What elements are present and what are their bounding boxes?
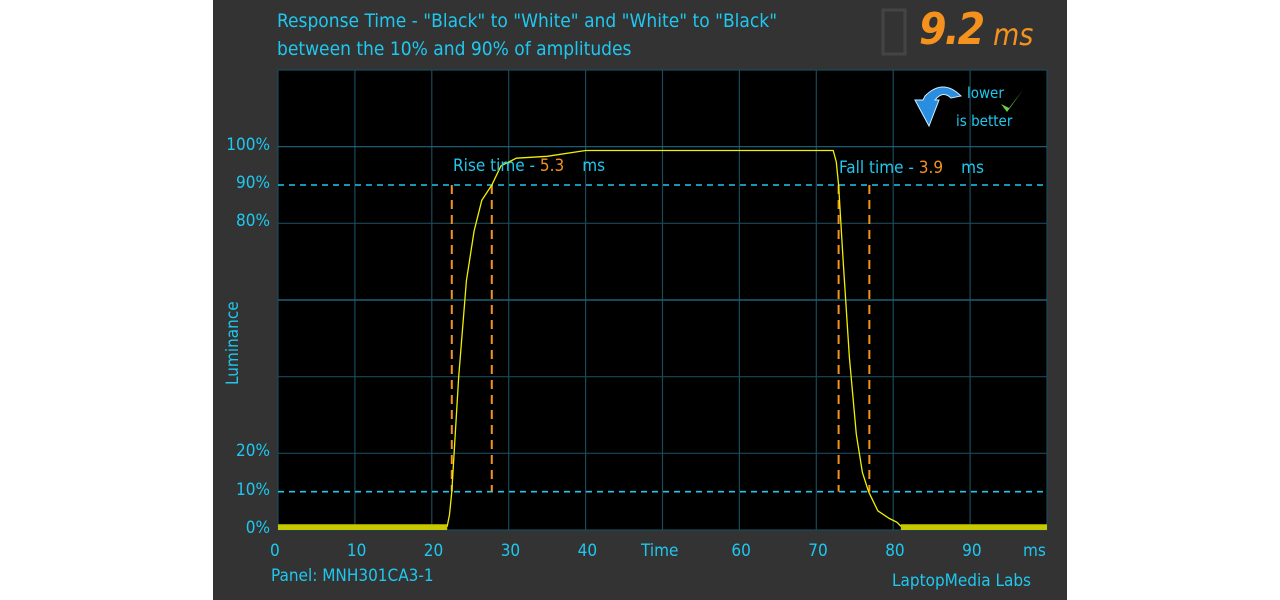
panel-label: Panel: MNH301CA3-1 — [271, 566, 434, 586]
x-tick-label: 80 — [885, 541, 905, 561]
digit-ghost — [881, 8, 907, 56]
noise-band-left — [278, 524, 448, 530]
x-tick-label: 0 — [270, 541, 280, 561]
y-tick-label: 100% — [226, 134, 270, 155]
rise-unit: ms — [582, 156, 606, 176]
x-unit-label: ms — [1023, 541, 1046, 561]
brand-label: LaptopMedia Labs — [892, 571, 1032, 591]
x-axis-label: Time — [641, 541, 679, 561]
x-tick-label: 60 — [731, 541, 751, 561]
badge-line1: lower — [967, 84, 1004, 102]
noise-band-right — [900, 524, 1047, 530]
rise-text: Rise time - — [453, 156, 540, 176]
fall-label: Fall time - 3.9 ms — [839, 158, 984, 178]
y-tick-label: 90% — [236, 173, 270, 193]
x-tick-label: 90 — [962, 541, 982, 561]
chart-title: Response Time - "Black" to "White" and "… — [277, 10, 778, 32]
rise-label: Rise time - 5.3 ms — [453, 156, 605, 176]
y-tick-label: 0% — [245, 518, 270, 538]
x-tick-label: 70 — [808, 541, 828, 561]
y-tick-label: 80% — [236, 211, 270, 232]
total-unit: ms — [993, 18, 1034, 53]
y-tick-label: 20% — [236, 441, 270, 462]
chart-svg — [277, 8, 1048, 531]
chart-panel: Response Time - "Black" to "White" and "… — [213, 0, 1067, 600]
x-tick-label: 20 — [423, 541, 444, 561]
chart-subtitle: between the 10% and 90% of amplitudes — [277, 38, 632, 60]
x-tick-label: 40 — [577, 541, 598, 561]
fall-unit: ms — [961, 158, 984, 178]
y-axis-label: Luminance — [223, 301, 243, 385]
total-value: 9.2 — [919, 4, 985, 55]
x-tick-label: 30 — [500, 541, 521, 561]
x-tick-label: 10 — [346, 541, 367, 561]
badge-line2: is better — [956, 112, 1013, 130]
rise-value: 5.3 — [539, 156, 565, 176]
y-tick-label: 10% — [236, 479, 270, 500]
fall-value: 3.9 — [918, 158, 944, 178]
fall-text: Fall time - — [839, 158, 919, 178]
